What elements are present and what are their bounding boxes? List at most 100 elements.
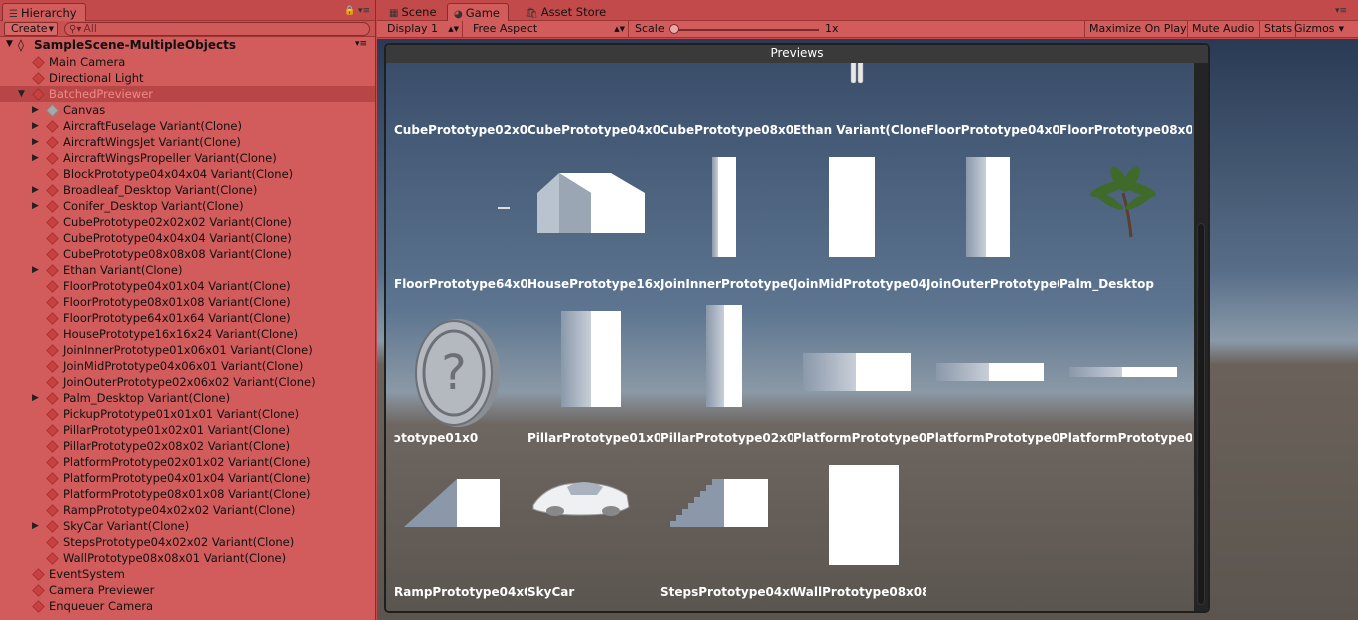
hierarchy-item[interactable]: PlatformPrototype08x01x08 Variant(Clone) — [0, 486, 375, 502]
expand-arrow-icon[interactable]: ▶ — [32, 102, 39, 118]
hierarchy-item[interactable]: JoinOuterPrototype02x06x02 Variant(Clone… — [0, 374, 375, 390]
hierarchy-item[interactable]: PickupPrototype01x01x01 Variant(Clone) — [0, 406, 375, 422]
scene-menu-icon[interactable]: ▾≡ — [355, 39, 367, 49]
preview-cell[interactable]: CubePrototype08x08 — [660, 63, 793, 141]
hierarchy-item[interactable]: CubePrototype04x04x04 Variant(Clone) — [0, 230, 375, 246]
lock-icon[interactable]: 🔒 — [344, 6, 355, 16]
hierarchy-item[interactable]: ▶ Palm_Desktop Variant(Clone) — [0, 390, 375, 406]
hierarchy-tabbar: ☰ Hierarchy 🔒 ▾≡ — [0, 0, 375, 21]
tab-game[interactable]: ◕ Game — [447, 3, 509, 21]
scene-header[interactable]: ▼ ◊ SampleScene-MultipleObjects ▾≡ — [0, 37, 375, 54]
unity-scene-icon: ◊ — [18, 38, 24, 52]
hierarchy-item[interactable]: CubePrototype08x08x08 Variant(Clone) — [0, 246, 375, 262]
tab-hierarchy[interactable]: ☰ Hierarchy — [2, 3, 86, 21]
hierarchy-item[interactable]: ▶ SkyCar Variant(Clone) — [0, 518, 375, 534]
preview-cell[interactable]: FloorPrototype64x01 — [394, 145, 527, 295]
preview-cell[interactable]: PlatformPrototype08 — [1059, 299, 1192, 449]
tab-scene[interactable]: ▦ Scene — [383, 3, 445, 21]
tab-hierarchy-label: Hierarchy — [20, 6, 77, 20]
hierarchy-item[interactable]: JoinInnerPrototype01x06x01 Variant(Clone… — [0, 342, 375, 358]
hierarchy-item[interactable]: FloorPrototype04x01x04 Variant(Clone) — [0, 278, 375, 294]
previews-scrollbar[interactable] — [1194, 63, 1208, 611]
preview-thumbnail — [527, 145, 660, 278]
hierarchy-item[interactable]: Directional Light — [0, 70, 375, 86]
preview-cell[interactable]: JoinInnerPrototype0’ — [660, 145, 793, 295]
hierarchy-search-input[interactable]: ⚲▾ All — [64, 22, 370, 36]
preview-caption: JoinOuterPrototype0 — [926, 277, 1059, 291]
hierarchy-item[interactable]: ▶ Canvas — [0, 102, 375, 118]
preview-cell[interactable]: StepsPrototype04x0’ — [660, 453, 793, 603]
panel-menu-icon[interactable]: ▾≡ — [358, 6, 370, 16]
hierarchy-item[interactable]: RampPrototype04x02x02 Variant(Clone) — [0, 502, 375, 518]
preview-cell[interactable]: WallPrototype08x08x — [793, 453, 926, 603]
hierarchy-item-label: PlatformPrototype04x01x04 Variant(Clone) — [63, 471, 311, 485]
hierarchy-item[interactable]: ▼ BatchedPreviewer — [0, 86, 375, 102]
hierarchy-item[interactable]: EventSystem — [0, 566, 375, 582]
hierarchy-item[interactable]: Enqueuer Camera — [0, 598, 375, 614]
preview-cell[interactable]: HousePrototype16x1 — [527, 145, 660, 295]
hierarchy-item[interactable]: PlatformPrototype02x01x02 Variant(Clone) — [0, 454, 375, 470]
scale-slider-handle[interactable] — [669, 24, 679, 34]
expand-arrow-icon[interactable]: ▶ — [32, 198, 39, 214]
game-viewport[interactable]: Previews CubePrototype02x02 CubePrototype… — [377, 39, 1358, 620]
preview-cell[interactable]: FloorPrototype04x01 — [926, 63, 1059, 141]
hierarchy-item[interactable]: WallPrototype08x08x01 Variant(Clone) — [0, 550, 375, 566]
previews-scroll-thumb[interactable] — [1197, 223, 1205, 605]
maximize-on-play-button[interactable]: Maximize On Play — [1084, 21, 1188, 38]
hierarchy-item[interactable]: JoinMidPrototype04x06x01 Variant(Clone) — [0, 358, 375, 374]
expand-arrow-icon[interactable]: ▶ — [32, 262, 39, 278]
hierarchy-item[interactable]: ▶ Broadleaf_Desktop Variant(Clone) — [0, 182, 375, 198]
hierarchy-item[interactable]: HousePrototype16x16x24 Variant(Clone) — [0, 326, 375, 342]
hierarchy-item[interactable]: ▶ AircraftWingsPropeller Variant(Clone) — [0, 150, 375, 166]
expand-arrow-icon[interactable]: ▶ — [32, 518, 39, 534]
hierarchy-item[interactable]: PillarPrototype01x02x01 Variant(Clone) — [0, 422, 375, 438]
gameobject-cube-icon — [32, 600, 45, 613]
hierarchy-item[interactable]: FloorPrototype64x01x64 Variant(Clone) — [0, 310, 375, 326]
expand-arrow-icon[interactable]: ▼ — [18, 86, 25, 102]
preview-cell[interactable]: CubePrototype04x04 — [527, 63, 660, 141]
display-select[interactable]: Display 1 ▲▼ — [383, 21, 463, 38]
create-button[interactable]: Create ▼ — [4, 22, 58, 36]
preview-cell[interactable]: CubePrototype02x02 — [394, 63, 527, 141]
preview-cell[interactable]: FloorPrototype08x01 — [1059, 63, 1192, 141]
preview-cell[interactable]: ? ɔtotype01x0 — [394, 299, 527, 449]
gameobject-cube-icon — [32, 584, 45, 597]
preview-cell[interactable]: PillarPrototype01x02 — [527, 299, 660, 449]
bag-icon: 🛍 — [525, 8, 538, 19]
preview-cell[interactable]: PlatformPrototype02 — [793, 299, 926, 449]
panel-menu-icon[interactable]: ▾≡ — [1335, 6, 1347, 16]
hierarchy-item[interactable]: BlockPrototype04x04x04 Variant(Clone) — [0, 166, 375, 182]
hierarchy-item[interactable]: PillarPrototype02x08x02 Variant(Clone) — [0, 438, 375, 454]
gizmos-button[interactable]: Gizmos ▼ — [1290, 21, 1344, 38]
hierarchy-item[interactable]: FloorPrototype08x01x08 Variant(Clone) — [0, 294, 375, 310]
preview-cell[interactable]: PillarPrototype02x08 — [660, 299, 793, 449]
hierarchy-item[interactable]: Camera Previewer — [0, 582, 375, 598]
hierarchy-item[interactable]: ▶ Ethan Variant(Clone) — [0, 262, 375, 278]
hierarchy-item[interactable]: Main Camera — [0, 54, 375, 70]
preview-cell[interactable]: PlatformPrototype04 — [926, 299, 1059, 449]
expand-arrow-icon[interactable]: ▶ — [32, 134, 39, 150]
prefab-cube-icon — [46, 120, 59, 133]
tab-asset-store[interactable]: 🛍 Asset Store — [519, 3, 614, 21]
hierarchy-item[interactable]: ▶ AircraftFuselage Variant(Clone) — [0, 118, 375, 134]
hierarchy-item[interactable]: CubePrototype02x02x02 Variant(Clone) — [0, 214, 375, 230]
expand-arrow-icon[interactable]: ▶ — [32, 150, 39, 166]
scale-slider-track[interactable] — [673, 29, 819, 31]
hierarchy-item[interactable]: ▶ Conifer_Desktop Variant(Clone) — [0, 198, 375, 214]
hierarchy-item[interactable]: PlatformPrototype04x01x04 Variant(Clone) — [0, 470, 375, 486]
scale-label: Scale — [635, 22, 665, 35]
preview-cell[interactable]: Palm_Desktop — [1059, 145, 1192, 295]
hierarchy-item[interactable]: StepsPrototype04x02x02 Variant(Clone) — [0, 534, 375, 550]
preview-cell[interactable]: Ethan Variant(Clone) — [793, 63, 926, 141]
expand-arrow-icon[interactable]: ▶ — [32, 390, 39, 406]
preview-cell[interactable]: JoinMidPrototype04x — [793, 145, 926, 295]
preview-cell[interactable]: JoinOuterPrototype0 — [926, 145, 1059, 295]
expand-arrow-icon[interactable]: ▶ — [32, 182, 39, 198]
aspect-select[interactable]: Free Aspect ▲▼ — [469, 21, 629, 38]
preview-cell[interactable]: SkyCar — [527, 453, 660, 603]
preview-cell[interactable]: RampPrototype04x0’ — [394, 453, 527, 603]
mute-audio-button[interactable]: Mute Audio — [1188, 21, 1260, 38]
hierarchy-item[interactable]: ▶ AircraftWingsJet Variant(Clone) — [0, 134, 375, 150]
expand-arrow-icon[interactable]: ▼ — [6, 39, 13, 49]
expand-arrow-icon[interactable]: ▶ — [32, 118, 39, 134]
